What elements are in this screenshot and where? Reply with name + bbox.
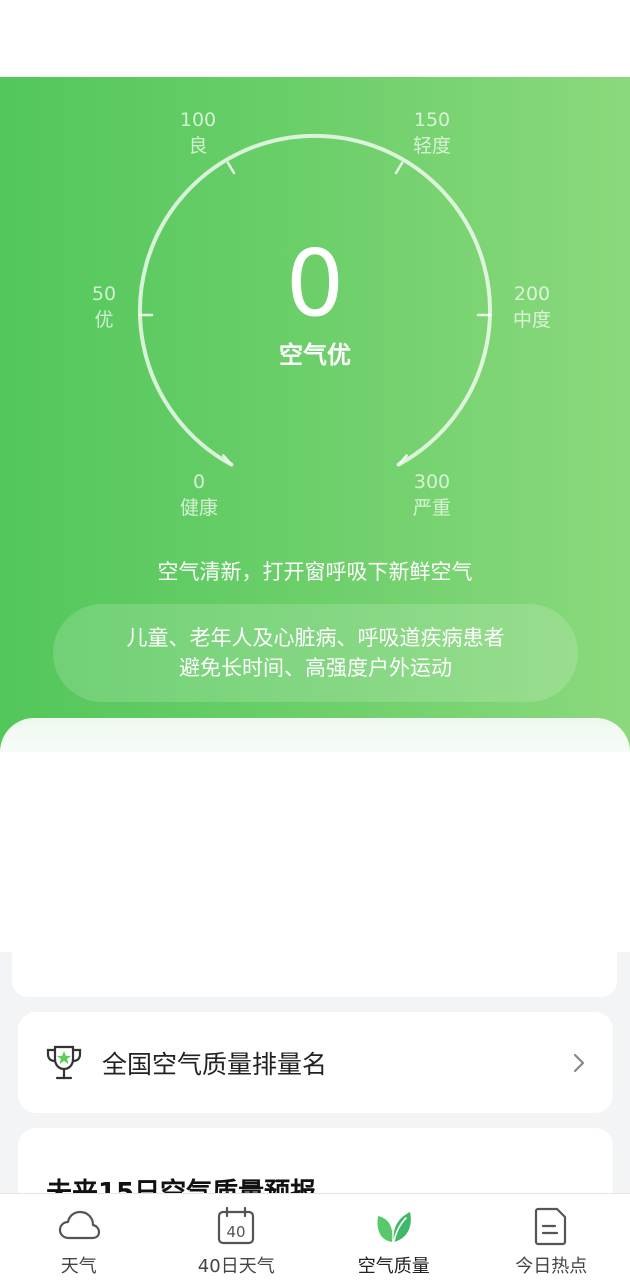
tick-label-50: 50 优	[91, 283, 117, 331]
ranking-label: 全国空气质量排量名	[102, 1049, 328, 1079]
calendar-40-icon: 40	[218, 1206, 255, 1245]
gauge-tick-150	[394, 161, 404, 175]
aqi-level: 空气优	[279, 341, 351, 369]
tab-weather[interactable]: 天气	[0, 1194, 158, 1280]
air-advice: 空气清新，打开窗呼吸下新鲜空气	[157, 560, 473, 584]
leaf-icon	[377, 1212, 411, 1242]
tick-label-0: 0 健康	[179, 471, 218, 519]
health-tip: 儿童、老年人及心脏病、呼吸道疾病患者 避免长时间、高强度户外运动	[53, 604, 578, 702]
tab-hot-news-label: 今日热点	[515, 1256, 588, 1277]
detail-panel	[12, 752, 617, 997]
chevron-right-icon	[573, 1053, 585, 1072]
bottom-tabbar: 天气 40 40日天气 空气质量 今日热点	[0, 1193, 630, 1280]
tab-air-quality[interactable]: 空气质量	[315, 1194, 473, 1280]
tick-label-200: 200 中度	[512, 283, 551, 331]
tick-label-300: 300 严重	[412, 471, 451, 519]
health-tip-line-2: 避免长时间、高强度户外运动	[179, 656, 452, 680]
health-tip-line-1: 儿童、老年人及心脏病、呼吸道疾病患者	[126, 626, 505, 650]
aqi-value: 0	[285, 230, 345, 337]
tab-air-quality-label: 空气质量	[357, 1256, 430, 1277]
aqi-hero: 0 健康 50 优 100 良 150 轻度 200 中度 300 严重 0 空气优 空气清…	[0, 77, 630, 753]
tab-weather-label: 天气	[60, 1256, 97, 1277]
status-bar-area	[0, 0, 630, 77]
tab-40-day-label: 40日天气	[197, 1256, 275, 1277]
ranking-card[interactable]: 全国空气质量排量名	[18, 1012, 613, 1113]
tick-label-150: 150 轻度	[412, 109, 451, 157]
gauge-tick-100	[226, 161, 236, 175]
tick-label-100: 100 良	[179, 109, 217, 157]
tab-40-day-weather[interactable]: 40 40日天气	[158, 1194, 316, 1280]
cloud-icon	[58, 1210, 100, 1240]
trophy-icon	[46, 1045, 82, 1079]
svg-text:40: 40	[227, 1223, 246, 1241]
document-icon	[535, 1207, 567, 1246]
tab-hot-news[interactable]: 今日热点	[473, 1194, 630, 1280]
